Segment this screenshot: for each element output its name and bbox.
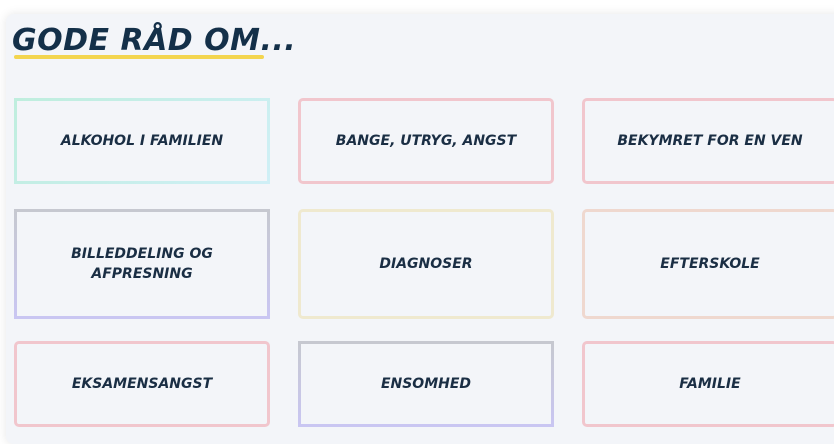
title-underline <box>14 55 264 59</box>
topic-card-label: EKSAMENSANGST <box>71 376 213 392</box>
topic-card-bange-utryg-angst[interactable]: BANGE, UTRYG, ANGST <box>298 98 554 184</box>
topic-card-label: FAMILIE <box>679 376 741 392</box>
topic-card-ensomhed[interactable]: ENSOMHED <box>298 341 554 427</box>
topic-card-label: BEKYMRET FOR EN VEN <box>617 133 803 149</box>
topic-card-familie[interactable]: FAMILIE <box>582 341 834 427</box>
topic-card-eksamensangst[interactable]: EKSAMENSANGST <box>14 341 270 427</box>
topic-card-label: DIAGNOSER <box>379 256 473 272</box>
topic-card-bekymret-for-en-ven[interactable]: BEKYMRET FOR EN VEN <box>582 98 834 184</box>
topic-card-billeddeling-og-afpresning[interactable]: BILLEDDELING OG AFPRESNING <box>14 209 270 319</box>
topic-card-label: ALKOHOL I FAMILIEN <box>60 133 224 149</box>
topic-card-label: BANGE, UTRYG, ANGST <box>335 133 517 149</box>
topic-card-alkohol-i-familien[interactable]: ALKOHOL I FAMILIEN <box>14 98 270 184</box>
topic-card-diagnoser[interactable]: DIAGNOSER <box>298 209 554 319</box>
topic-card-efterskole[interactable]: EFTERSKOLE <box>582 209 834 319</box>
page-title: GODE RÅD OM... <box>12 23 297 58</box>
topic-card-label: ENSOMHED <box>380 376 472 392</box>
topic-card-label: BILLEDDELING OG AFPRESNING <box>71 246 213 282</box>
topic-card-label: EFTERSKOLE <box>660 256 760 272</box>
